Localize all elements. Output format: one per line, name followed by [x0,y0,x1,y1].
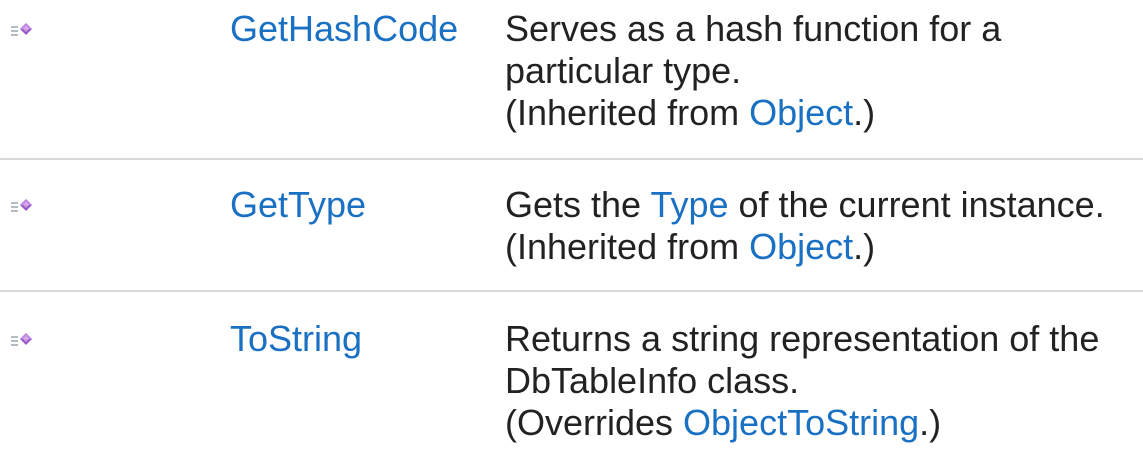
description-line: Gets the Type of the current instance. [505,184,1143,226]
inherited-prefix: (Inherited from [505,92,750,133]
type-link[interactable]: Type [650,184,728,225]
inherited-suffix: .) [853,92,876,133]
overrides-prefix: (Overrides [505,402,684,443]
inherited-prefix: (Inherited from [505,226,750,267]
member-name-cell: GetType [230,159,505,291]
table-row: ToString Returns a string representation… [0,291,1143,454]
overrides-note: (Overrides ObjectToString.) [505,402,1143,444]
icon-cell [0,291,230,454]
member-description-cell: Returns a string representation of the D… [505,291,1143,454]
inherited-note: (Inherited from Object.) [505,92,1143,134]
methods-table: GetHashCode Serves as a hash function fo… [0,0,1143,454]
member-name-link[interactable]: ToString [230,318,362,359]
description-prefix: Gets the [505,184,651,225]
icon-cell [0,159,230,291]
member-name-link[interactable]: GetType [230,184,366,225]
object-link[interactable]: Object [749,92,853,133]
description-suffix: of the current instance. [728,184,1105,225]
member-name-cell: GetHashCode [230,0,505,159]
object-tostring-link[interactable]: ObjectToString [683,402,919,443]
inherited-note: (Inherited from Object.) [505,226,1143,268]
member-name-link[interactable]: GetHashCode [230,8,458,49]
member-description-cell: Gets the Type of the current instance. (… [505,159,1143,291]
description-line: DbTableInfo class. [505,360,800,401]
description-line: Returns a string representation of the [505,318,1100,359]
description-line: particular type. [505,50,742,91]
table-row: GetHashCode Serves as a hash function fo… [0,0,1143,159]
overrides-suffix: .) [919,402,942,443]
member-name-cell: ToString [230,291,505,454]
public-method-icon [10,331,36,351]
member-description-cell: Serves as a hash function for a particul… [505,0,1143,159]
icon-cell [0,0,230,159]
description-line: Serves as a hash function for a [505,8,1002,49]
inherited-suffix: .) [853,226,876,267]
object-link[interactable]: Object [749,226,853,267]
public-method-icon [10,21,36,41]
table-row: GetType Gets the Type of the current ins… [0,159,1143,291]
public-method-icon [10,197,36,217]
